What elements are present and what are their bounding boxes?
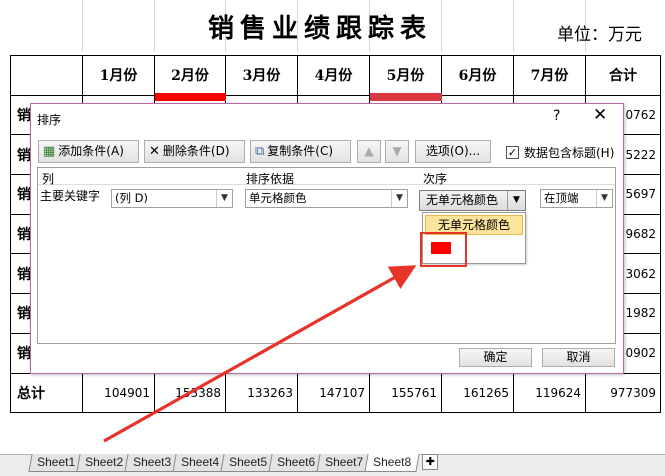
annotation-arrow <box>103 265 417 443</box>
arrow-line <box>103 265 417 443</box>
